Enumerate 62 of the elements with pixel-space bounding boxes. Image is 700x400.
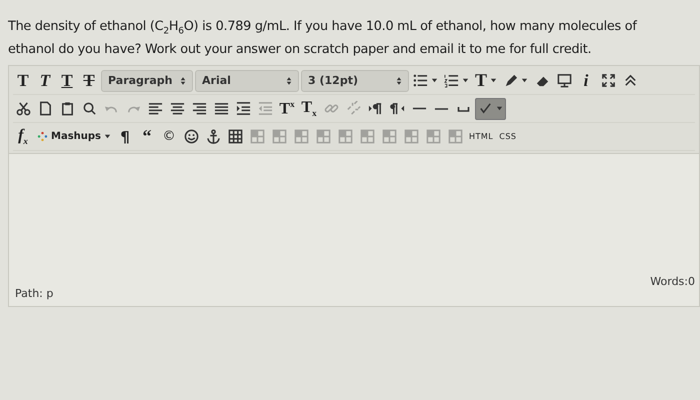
- align-left-icon: [148, 101, 162, 116]
- table-icon: [448, 129, 462, 144]
- up-down-arrows-icon: [396, 76, 402, 86]
- format-select[interactable]: 3 (12pt): [301, 70, 409, 92]
- paragraph-mark-button[interactable]: ¶: [115, 126, 135, 148]
- formula-button[interactable]: f$_{x}$: [13, 126, 33, 148]
- info-button[interactable]: i: [576, 70, 596, 92]
- blockquote-button[interactable]: “: [137, 126, 157, 148]
- thick-line-icon: [434, 106, 448, 111]
- monitor-icon: [556, 73, 572, 88]
- highlighter-icon: [503, 73, 518, 88]
- table-icon: [338, 129, 352, 144]
- bold-button[interactable]: T: [13, 70, 33, 92]
- align-justify-icon: [214, 101, 228, 116]
- format-select[interactable]: Arial: [195, 70, 299, 92]
- mashups-dropdown[interactable]: Mashups: [35, 126, 113, 148]
- paragraph-arrow-icon: [368, 101, 382, 116]
- bracket-icon: [456, 106, 470, 112]
- table-icon: [382, 129, 396, 144]
- align-right-icon: [192, 101, 206, 116]
- table-icon: [360, 129, 374, 144]
- line-icon: [412, 107, 426, 110]
- table-icon: [316, 129, 330, 144]
- scissors-icon: [16, 101, 30, 116]
- search-icon: [82, 101, 96, 116]
- up-down-arrows-icon: [286, 76, 292, 86]
- smiley-icon: [184, 129, 198, 144]
- indent-icon: [236, 101, 250, 116]
- bullet-list-icon: [413, 73, 428, 88]
- word-count: Words:0: [650, 274, 695, 288]
- italic-button[interactable]: T: [35, 70, 55, 92]
- align-center-icon: [170, 101, 184, 116]
- table-icon: [272, 129, 286, 144]
- unlink-icon: [346, 101, 360, 116]
- up-down-arrows-icon: [180, 76, 186, 86]
- code-view-button[interactable]: HTML: [467, 126, 496, 148]
- table-icon: [228, 129, 242, 144]
- dots-icon: [37, 131, 48, 142]
- subscript-button[interactable]: T$_{x}$: [299, 98, 319, 120]
- superscript-button[interactable]: T$^{x}$: [277, 98, 297, 120]
- code-view-button[interactable]: CSS: [497, 126, 519, 148]
- question-text: The density of ethanol (C$_{2}$H$_{6}$O) is 0.789 g/mL. If you have 10.0 mL of ethanol, how many molecules of ethanol do you have? Work out your answer on scratch paper and email it to me for full credit.: [8, 18, 638, 58]
- path-label: Path: p: [15, 286, 54, 300]
- check-icon: [478, 101, 493, 116]
- chevron-up-icon: [622, 73, 638, 88]
- anchor-icon: [206, 129, 220, 144]
- page-icon: [38, 101, 52, 116]
- format-select[interactable]: Paragraph: [101, 70, 193, 92]
- numbered-list-icon: [444, 73, 459, 88]
- table-icon: [250, 129, 264, 144]
- strikethrough-button[interactable]: T: [79, 70, 99, 92]
- table-icon: [404, 129, 418, 144]
- text-color-button[interactable]: T: [473, 70, 500, 92]
- clipboard-icon: [60, 101, 74, 116]
- fullscreen-icon: [600, 73, 616, 88]
- table-icon: [294, 129, 308, 144]
- paragraph-arrow-icon: [390, 101, 404, 116]
- copyright-button[interactable]: ©: [159, 126, 179, 148]
- underline-button[interactable]: T: [57, 70, 77, 92]
- outdent-icon: [258, 101, 272, 116]
- table-icon: [426, 129, 440, 144]
- spellcheck-button[interactable]: [475, 98, 506, 120]
